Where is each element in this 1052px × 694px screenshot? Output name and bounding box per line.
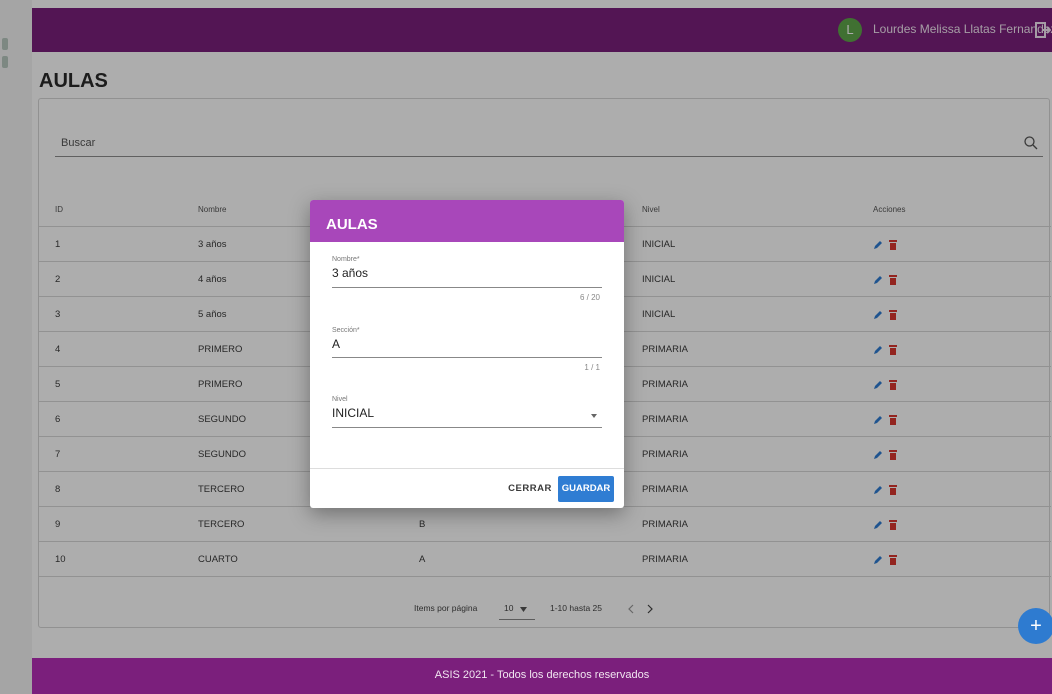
seccion-counter: 1 / 1 [584, 363, 600, 372]
dialog-divider [310, 468, 624, 469]
chevron-down-icon[interactable] [590, 412, 598, 420]
footer-text: ASIS 2021 - Todos los derechos reservado… [434, 669, 650, 681]
nombre-counter: 6 / 20 [579, 293, 600, 302]
aula-dialog: AULAS Nombre* 3 años 6 / 20 Sección* A 1… [310, 200, 624, 508]
close-button[interactable]: CERRAR [506, 476, 554, 502]
dialog-header: AULAS [310, 200, 624, 242]
seccion-label: Sección* [332, 327, 360, 334]
nivel-value[interactable]: INICIAL [332, 406, 374, 420]
seccion-underline [332, 357, 602, 358]
seccion-value[interactable]: A [332, 337, 340, 351]
add-aula-button[interactable]: + [1018, 608, 1052, 644]
footer: ASIS 2021 - Todos los derechos reservado… [32, 658, 1052, 694]
save-button[interactable]: GUARDAR [558, 476, 614, 502]
dialog-title: AULAS [326, 216, 378, 233]
nivel-label: Nivel [332, 396, 348, 403]
nivel-underline [332, 427, 602, 428]
nombre-value[interactable]: 3 años [332, 266, 368, 280]
nombre-underline [332, 287, 602, 288]
nombre-label: Nombre* [332, 256, 360, 263]
